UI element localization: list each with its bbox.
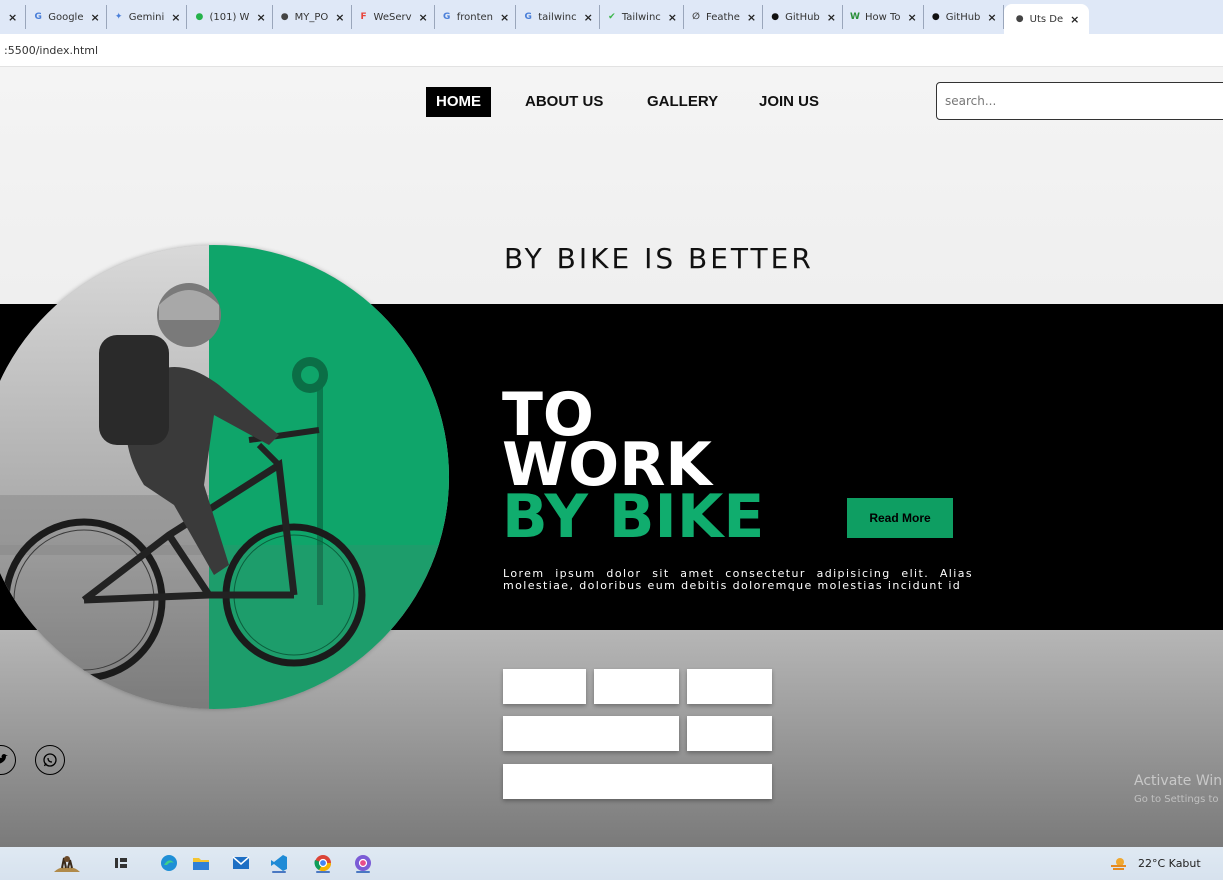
tab-close-icon[interactable]: × — [419, 11, 428, 24]
tab-label: GitHub — [945, 11, 981, 23]
nav-home[interactable]: HOME — [426, 87, 491, 117]
tab-favicon-icon: W — [850, 12, 860, 22]
placeholder-box — [687, 716, 772, 751]
browser-tab[interactable]: ● Uts De × — [1003, 4, 1090, 34]
tab-label: Feathe — [706, 11, 740, 23]
tab-favicon-icon: ✦ — [114, 12, 123, 22]
browser-tab[interactable]: ✦ Gemini × — [107, 5, 188, 29]
browser-tab[interactable]: ● (101) W × — [187, 5, 273, 29]
activate-windows-watermark: Activate Win — [1134, 773, 1223, 789]
tab-favicon-icon: F — [360, 12, 367, 22]
tab-label: How To — [865, 11, 901, 23]
mail-icon[interactable] — [230, 852, 252, 874]
browser-tab[interactable]: ∅ Feathe × — [684, 5, 764, 29]
tab-close-icon[interactable]: × — [1070, 13, 1079, 26]
tab-close-icon[interactable]: × — [500, 11, 509, 24]
hero-tagline: BY BIKE IS BETTER — [504, 242, 814, 275]
chrome-icon[interactable] — [312, 852, 334, 874]
browser-tab[interactable]: W How To × — [843, 5, 924, 29]
tab-close-icon[interactable]: × — [747, 11, 756, 24]
nav-gallery[interactable]: GALLERY — [637, 87, 728, 117]
tab-favicon-icon: G — [524, 12, 532, 22]
tab-label: Tailwinc — [621, 11, 661, 23]
tab-close-icon[interactable]: × — [171, 11, 180, 24]
hero-description: Lorem ipsum dolor sit amet consectetur a… — [503, 567, 973, 592]
read-more-button[interactable]: Read More — [847, 498, 953, 538]
start-button-icon[interactable] — [52, 852, 82, 874]
tab-close-icon[interactable]: × — [256, 11, 265, 24]
tab-label: tailwinc — [538, 11, 577, 23]
tab-label: Uts De — [1029, 13, 1064, 25]
activate-windows-subtext: Go to Settings to — [1134, 794, 1219, 805]
weather-text[interactable]: 22°C Kabut — [1138, 857, 1201, 870]
placeholder-box — [503, 716, 679, 751]
tab-favicon-icon: ● — [195, 12, 204, 22]
hero-cyclist-image — [0, 245, 449, 709]
placeholder-box — [687, 669, 772, 704]
tab-close-leading[interactable]: × — [0, 5, 27, 29]
weather-icon[interactable] — [1110, 852, 1128, 874]
tab-favicon-icon: G — [443, 12, 451, 22]
address-url[interactable]: :5500/index.html — [4, 44, 98, 57]
file-explorer-icon[interactable] — [190, 852, 212, 874]
nav-join-us[interactable]: JOIN US — [749, 87, 829, 117]
browser-tab[interactable]: Gtailwinc × — [516, 5, 600, 29]
active-indicator — [316, 871, 330, 873]
chrome-profile-icon[interactable] — [352, 852, 374, 874]
tab-favicon-icon: ✔ — [608, 12, 616, 22]
browser-tab[interactable]: ● GitHub × — [924, 5, 1004, 29]
active-indicator — [272, 871, 286, 873]
browser-tab[interactable]: ● MY_PO × — [273, 5, 352, 29]
tab-label: Google — [48, 11, 84, 23]
tab-label: (101) W — [209, 11, 250, 23]
tab-label: MY_PO — [294, 11, 329, 23]
tab-favicon-icon: ● — [931, 12, 940, 22]
tab-favicon-icon: ● — [1015, 14, 1024, 24]
tab-favicon-icon: ∅ — [692, 12, 700, 22]
whatsapp-icon[interactable] — [35, 745, 65, 775]
tab-close-icon[interactable]: × — [584, 11, 593, 24]
tab-close-icon[interactable]: × — [908, 11, 917, 24]
placeholder-box — [594, 669, 679, 704]
edge-icon[interactable] — [158, 852, 180, 874]
search-input[interactable] — [936, 82, 1223, 120]
tab-favicon-icon: ● — [280, 12, 289, 22]
browser-tab[interactable]: Gfronten × — [435, 5, 517, 29]
tab-label: WeServ — [373, 11, 412, 23]
tab-close-icon[interactable]: × — [987, 11, 996, 24]
tab-label: fronten — [456, 11, 493, 23]
tab-close-icon[interactable]: × — [335, 11, 344, 24]
close-icon[interactable]: × — [8, 11, 17, 24]
site-navbar: HOME ABOUT US GALLERY JOIN US — [0, 67, 1223, 137]
tab-close-icon[interactable]: × — [90, 11, 99, 24]
tab-label: Gemini — [128, 11, 165, 23]
browser-tab[interactable]: G Google × — [26, 5, 107, 29]
task-view-icon[interactable] — [110, 852, 132, 874]
placeholder-box — [503, 764, 772, 799]
browser-tab-bar: × G Google × ✦ Gemini × ● (101) W × ● MY_PO × F WeSer… — [0, 0, 1223, 34]
browser-tab[interactable]: ✔ Tailwinc × — [600, 5, 684, 29]
vscode-icon[interactable] — [268, 852, 290, 874]
active-indicator — [356, 871, 370, 873]
windows-taskbar — [0, 847, 1223, 880]
tab-close-icon[interactable]: × — [668, 11, 677, 24]
tab-close-icon[interactable]: × — [827, 11, 836, 24]
nav-about-us[interactable]: ABOUT US — [515, 87, 613, 117]
tab-favicon-icon: ● — [771, 12, 780, 22]
address-bar[interactable]: :5500/index.html — [0, 34, 1223, 67]
placeholder-box — [503, 669, 586, 704]
browser-tab[interactable]: F WeServ × — [352, 5, 435, 29]
headline-by-bike: BY BIKE — [502, 482, 765, 552]
browser-tab[interactable]: ● GitHub × — [763, 5, 843, 29]
tab-label: GitHub — [785, 11, 820, 23]
cyclist-illustration — [0, 245, 449, 709]
tab-favicon-icon: G — [34, 12, 42, 22]
page-viewport: HOME ABOUT US GALLERY JOIN US BY BIKE IS… — [0, 67, 1223, 847]
